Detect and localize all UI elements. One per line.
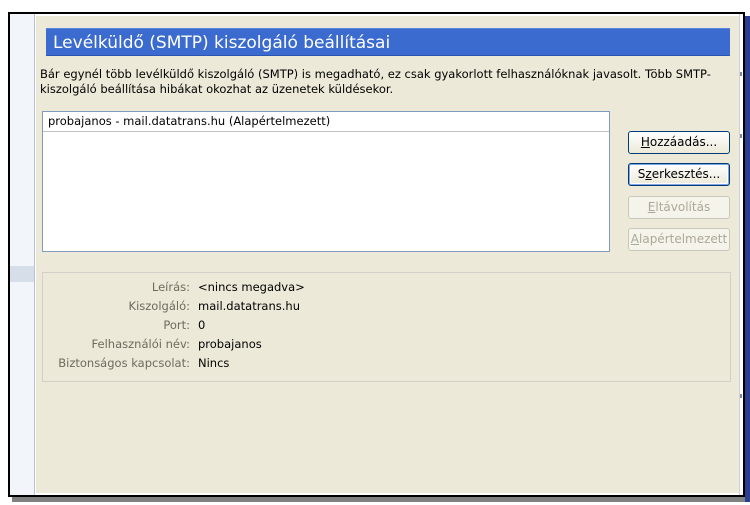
- set-default-button-accesskey: A: [630, 232, 639, 246]
- add-button[interactable]: Hozzáadás...: [628, 131, 730, 154]
- detail-label: Biztonságos kapcsolat:: [58, 356, 190, 370]
- selected-tree-row[interactable]: [10, 266, 34, 282]
- frame-shadow-right: [745, 16, 750, 502]
- screenshot-frame: Levélküldő (SMTP) kiszolgáló beállításai…: [8, 12, 745, 497]
- detail-row-port: Port: 0: [43, 317, 730, 333]
- detail-value: Nincs: [198, 356, 230, 370]
- detail-row-server: Kiszolgáló: mail.datatrans.hu: [43, 298, 730, 314]
- detail-value: 0: [198, 318, 206, 332]
- smtp-server-list[interactable]: probajanos - mail.datatrans.hu (Alapérte…: [42, 111, 610, 252]
- server-details: Leírás: <nincs megadva> Kiszolgáló: mail…: [42, 272, 731, 382]
- list-item[interactable]: probajanos - mail.datatrans.hu (Alapérte…: [43, 112, 609, 132]
- panel-description: Bár egynél több levélküldő kiszolgáló (S…: [40, 67, 711, 96]
- add-button-accesskey: H: [640, 135, 650, 149]
- panel-title: Levélküldő (SMTP) kiszolgáló beállításai: [46, 28, 730, 56]
- detail-row-description: Leírás: <nincs megadva>: [43, 279, 730, 295]
- remove-button[interactable]: Eltávolítás: [628, 196, 730, 219]
- detail-row-username: Felhasználói név: probajanos: [43, 336, 730, 352]
- edge-mark: [740, 394, 742, 398]
- frame-shadow-bottom: [12, 497, 747, 502]
- edge-mark: [740, 72, 742, 76]
- account-tree-strip: [10, 14, 35, 495]
- detail-label: Kiszolgáló:: [128, 299, 190, 313]
- background-window-edge: [739, 14, 743, 495]
- detail-value: probajanos: [198, 337, 262, 351]
- edit-button[interactable]: Szerkesztés...: [628, 163, 730, 186]
- detail-label: Leírás:: [151, 280, 190, 294]
- set-default-button[interactable]: Alapértelmezett: [628, 228, 730, 251]
- detail-label: Felhasználói név:: [91, 337, 190, 351]
- detail-value: mail.datatrans.hu: [198, 299, 300, 313]
- detail-label: Port:: [163, 318, 190, 332]
- detail-row-secure-connection: Biztonságos kapcsolat: Nincs: [43, 355, 730, 371]
- edge-mark: [740, 134, 742, 138]
- detail-value: <nincs megadva>: [198, 280, 305, 294]
- smtp-settings-panel: Levélküldő (SMTP) kiszolgáló beállításai…: [36, 16, 739, 493]
